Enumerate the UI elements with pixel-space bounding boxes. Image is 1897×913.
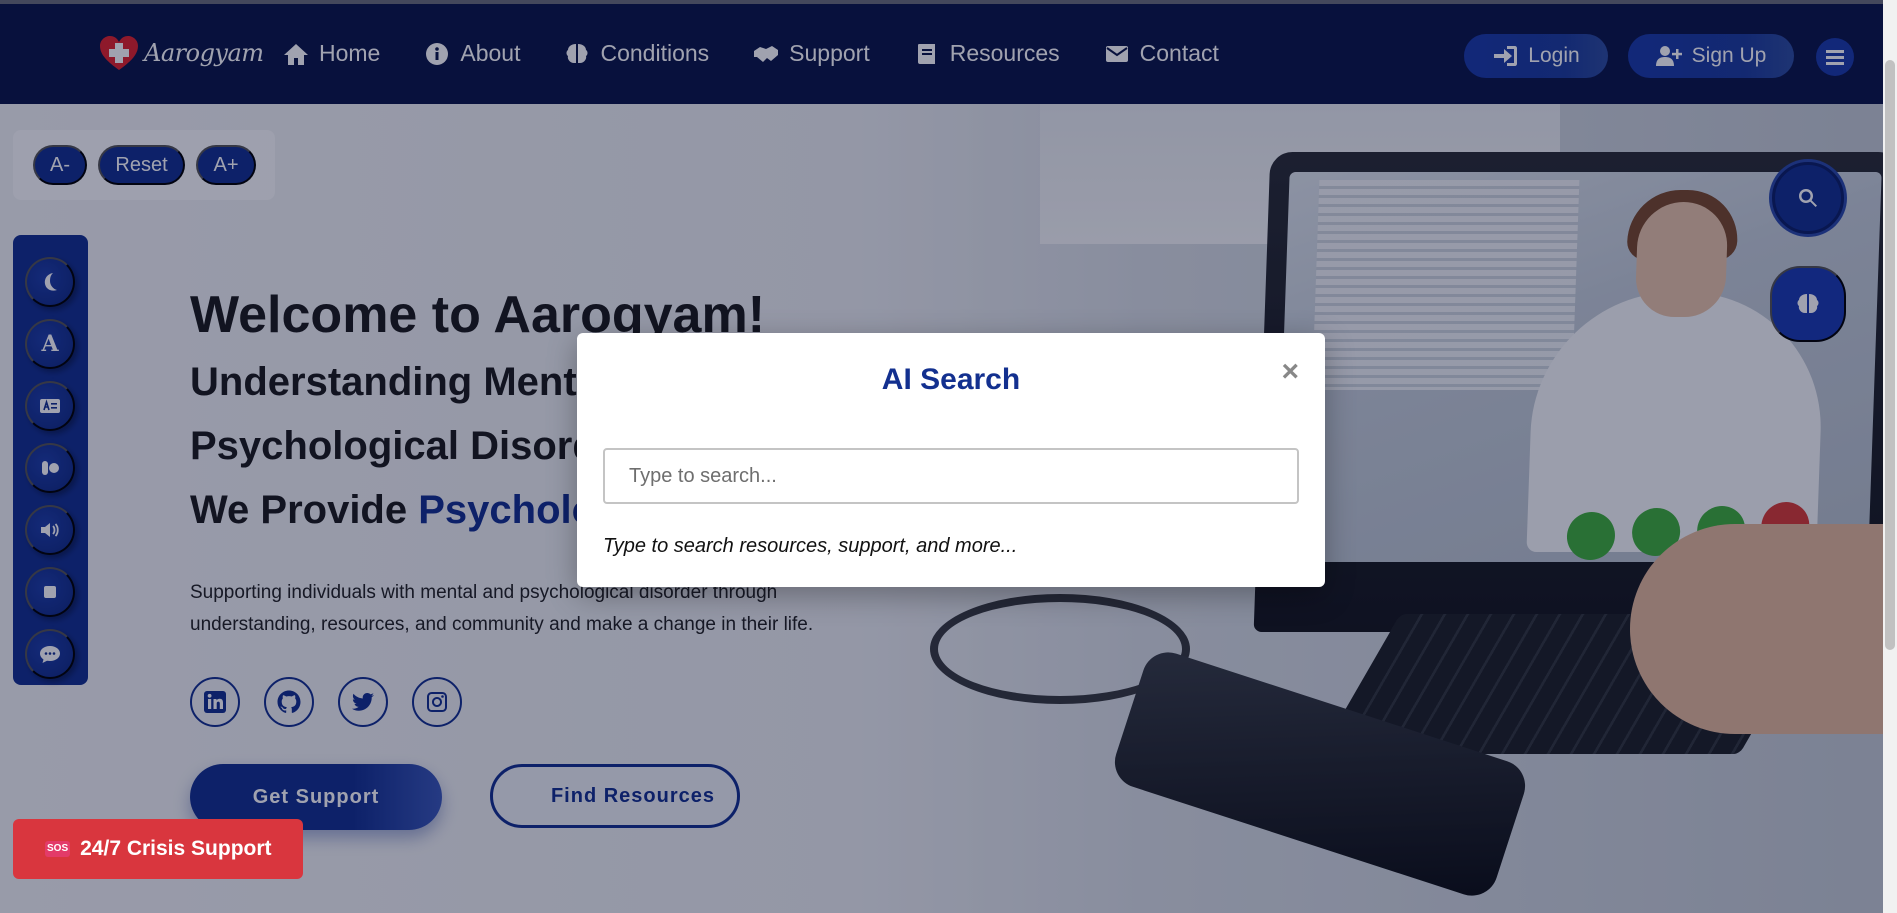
crisis-support-button[interactable]: SOS 24/7 Crisis Support (13, 819, 303, 879)
ai-search-input[interactable] (603, 448, 1299, 504)
page-scrollbar[interactable] (1883, 0, 1897, 913)
sos-icon: SOS (45, 841, 71, 857)
modal-title: AI Search (881, 363, 1021, 396)
ai-search-modal: AI Search × Type to search resources, su… (577, 333, 1325, 587)
crisis-support-label: 24/7 Crisis Support (80, 837, 272, 860)
close-icon[interactable]: × (1281, 357, 1299, 387)
search-hint: Type to search resources, support, and m… (603, 535, 1018, 557)
scrollbar-thumb[interactable] (1885, 60, 1895, 650)
